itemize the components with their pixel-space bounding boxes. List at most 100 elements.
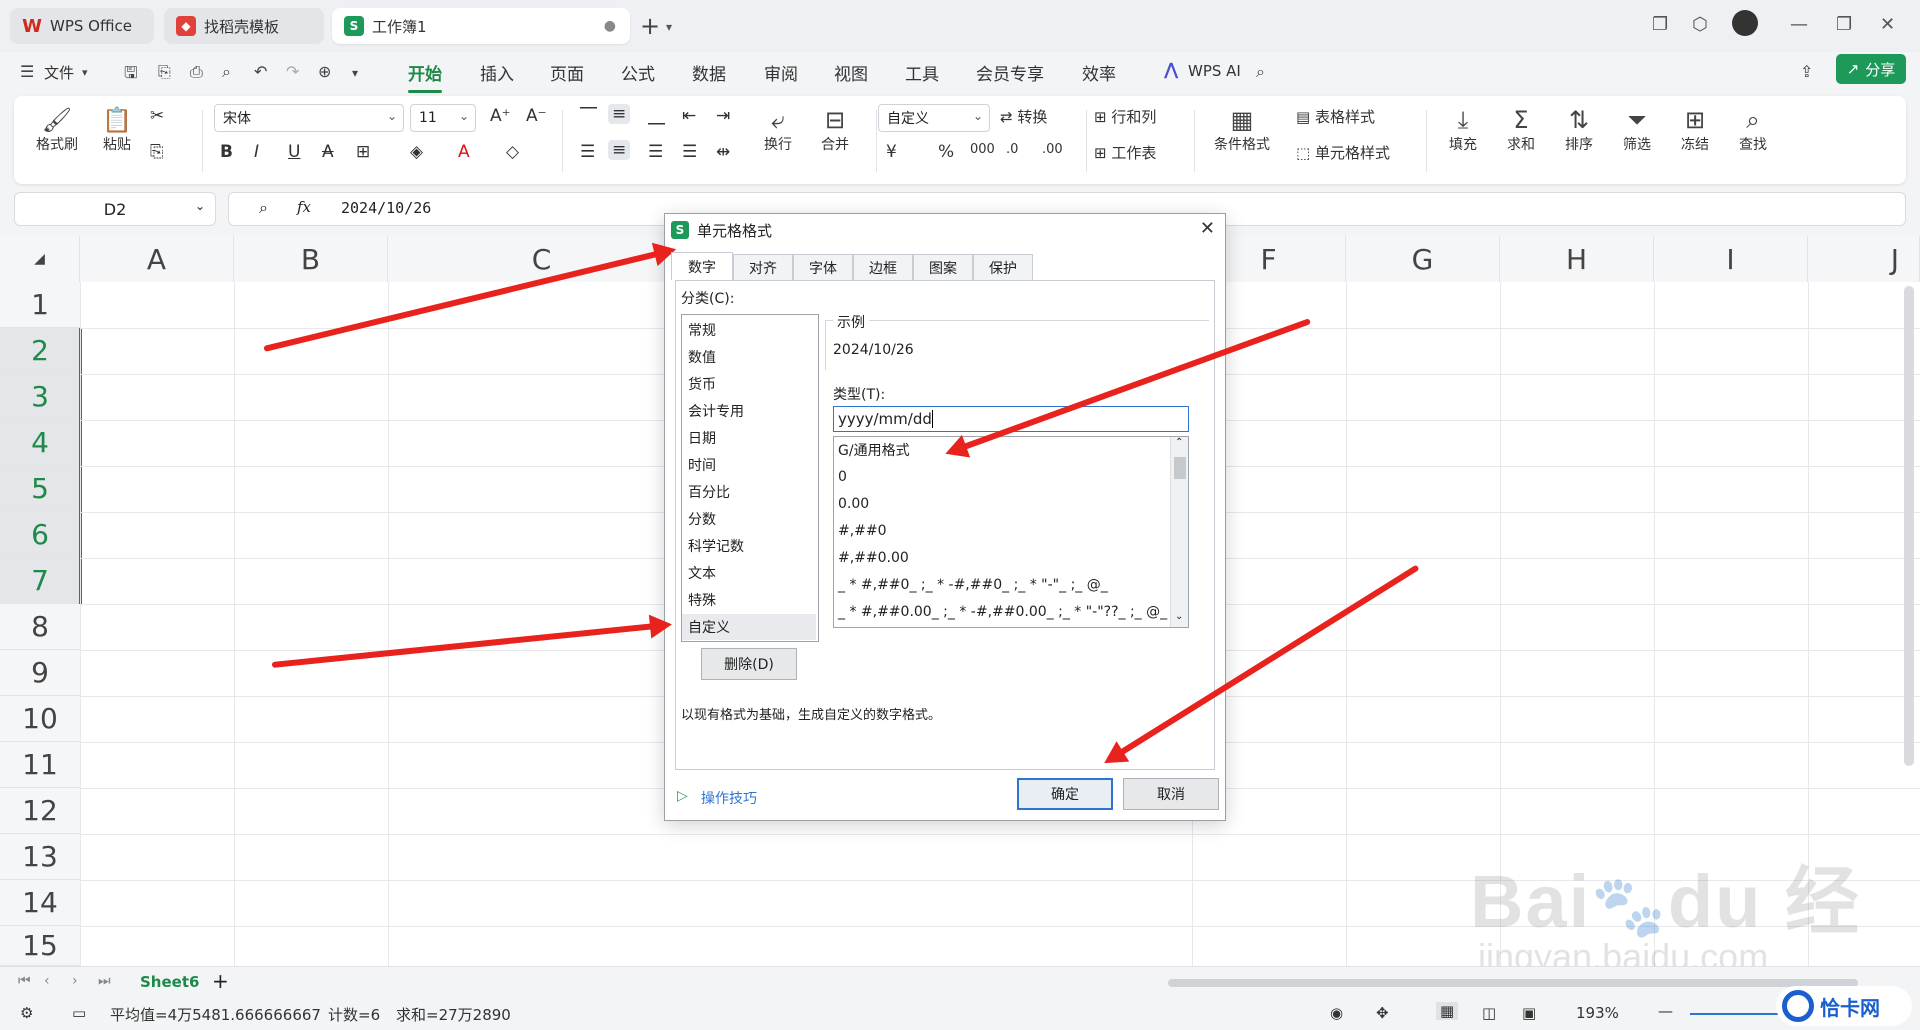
undo-icon[interactable]: ↶ bbox=[254, 62, 267, 81]
zoom-level[interactable]: 193% bbox=[1576, 1004, 1619, 1022]
print-preview-icon[interactable]: ⌕ bbox=[222, 62, 231, 82]
row-header[interactable]: 14 bbox=[0, 880, 80, 926]
cube-icon[interactable]: ⬡ bbox=[1692, 14, 1708, 35]
wps-ai-icon[interactable]: ⋀ bbox=[1164, 60, 1178, 80]
align-center-icon[interactable]: ≡ bbox=[608, 140, 631, 160]
category-item[interactable]: 货币 bbox=[686, 371, 814, 397]
print-icon[interactable]: ⎙ bbox=[190, 62, 203, 82]
eye-icon[interactable]: ◉ bbox=[1330, 1004, 1343, 1022]
window-list-icon[interactable]: ❐ bbox=[1652, 14, 1668, 35]
page-break-icon[interactable]: ▣ bbox=[1522, 1004, 1536, 1022]
format-item[interactable]: 0 bbox=[838, 464, 847, 490]
format-item[interactable]: G/通用格式 bbox=[838, 437, 910, 463]
close-icon[interactable]: ✕ bbox=[1200, 218, 1215, 239]
new-tab-icon[interactable]: + bbox=[640, 12, 660, 40]
category-item[interactable]: 文本 bbox=[686, 560, 814, 586]
search-icon[interactable]: ⌕ bbox=[1256, 62, 1265, 82]
strikethrough-icon[interactable]: A bbox=[322, 142, 334, 162]
select-all-corner[interactable]: ◢ bbox=[0, 236, 80, 282]
sum-button[interactable]: Σ 求和 bbox=[1496, 106, 1546, 154]
category-item[interactable]: 数值 bbox=[686, 344, 814, 370]
copy-icon[interactable]: ⎘ bbox=[150, 142, 164, 162]
restore-icon[interactable]: ❐ bbox=[1836, 14, 1852, 35]
page-layout-icon[interactable]: ◫ bbox=[1482, 1004, 1496, 1022]
crosshair-icon[interactable]: ✥ bbox=[1376, 1004, 1389, 1022]
align-bottom-icon[interactable]: ⎽ bbox=[648, 106, 665, 126]
category-item[interactable]: 日期 bbox=[686, 425, 814, 451]
last-sheet-icon[interactable]: ⏭ bbox=[98, 973, 111, 989]
currency-icon[interactable]: ¥ bbox=[886, 142, 897, 162]
fill-color-icon[interactable]: ◈ bbox=[410, 142, 423, 162]
chevron-down-icon[interactable]: ▾ bbox=[352, 66, 358, 80]
increase-font-icon[interactable]: A⁺ bbox=[490, 106, 511, 126]
zoom-slider[interactable] bbox=[1690, 1013, 1780, 1015]
col-header-b[interactable]: B bbox=[234, 236, 388, 282]
sheet-tab-sheet6[interactable]: Sheet6 bbox=[140, 973, 199, 991]
tab-workbook1[interactable]: S 工作簿1 ● bbox=[332, 8, 630, 44]
tips-link[interactable]: 操作技巧 bbox=[701, 788, 757, 808]
export-icon[interactable]: ⎘ bbox=[158, 62, 171, 82]
worksheet-button[interactable]: ⊞ 工作表 bbox=[1094, 142, 1156, 163]
menu-efficiency[interactable]: 效率 bbox=[1082, 60, 1116, 85]
redo-icon[interactable]: ↷ bbox=[286, 62, 299, 81]
category-item[interactable]: 会计专用 bbox=[686, 398, 814, 424]
font-color-icon[interactable]: A bbox=[458, 142, 470, 162]
play-tips-icon[interactable]: ▷ bbox=[677, 788, 688, 804]
font-name-select[interactable]: 宋体 ⌄ bbox=[214, 104, 404, 132]
row-header[interactable]: 5 bbox=[0, 466, 80, 512]
conditional-format-button[interactable]: ▦ 条件格式 bbox=[1204, 106, 1280, 154]
format-painter-button[interactable]: 🖌 格式刷 bbox=[32, 106, 82, 154]
row-header[interactable]: 11 bbox=[0, 742, 80, 788]
col-header-g[interactable]: G bbox=[1346, 236, 1500, 282]
dialog-tab-border[interactable]: 边框 bbox=[853, 254, 913, 280]
percent-icon[interactable]: % bbox=[938, 142, 954, 162]
close-window-icon[interactable]: ✕ bbox=[1880, 14, 1895, 35]
freeze-button[interactable]: ⊞ 冻结 bbox=[1670, 106, 1720, 154]
format-code-list[interactable]: G/通用格式 0 0.00 #,##0 #,##0.00 _ * #,##0_ … bbox=[833, 436, 1189, 628]
category-item[interactable]: 百分比 bbox=[686, 479, 814, 505]
underline-icon[interactable]: U bbox=[288, 142, 300, 162]
tab-docer-templates[interactable]: ◆ 找稻壳模板 bbox=[164, 8, 324, 44]
menu-member[interactable]: 会员专享 bbox=[976, 60, 1044, 85]
macro-icon[interactable]: ⚙ bbox=[20, 1004, 33, 1022]
increase-decimal-icon[interactable]: .0 bbox=[1006, 142, 1018, 157]
row-header[interactable]: 9 bbox=[0, 650, 80, 696]
align-middle-icon[interactable]: ≡ bbox=[608, 104, 631, 124]
table-style-button[interactable]: ▤ 表格样式 bbox=[1296, 106, 1375, 127]
increase-indent-icon[interactable]: ⇥ bbox=[716, 106, 730, 126]
merge-button[interactable]: ⊟ 合并 bbox=[810, 106, 860, 154]
delete-button[interactable]: 删除(D) bbox=[701, 648, 797, 680]
cell-style-button[interactable]: ⬚ 单元格样式 bbox=[1296, 142, 1390, 163]
format-item[interactable]: 0.00 bbox=[838, 491, 869, 517]
category-item-custom[interactable]: 自定义 bbox=[682, 614, 816, 640]
ok-button[interactable]: 确定 bbox=[1017, 778, 1113, 810]
decrease-decimal-icon[interactable]: .00 bbox=[1042, 142, 1063, 157]
bold-icon[interactable]: B bbox=[220, 142, 233, 162]
name-box[interactable]: D2 ⌄ bbox=[14, 192, 216, 226]
italic-icon[interactable]: I bbox=[254, 142, 259, 162]
align-top-icon[interactable]: ⎺ bbox=[580, 106, 597, 126]
normal-view-icon[interactable]: ▦ bbox=[1436, 1002, 1459, 1020]
add-sheet-icon[interactable]: + bbox=[212, 969, 229, 993]
number-format-select[interactable]: 自定义 ⌄ bbox=[878, 104, 990, 132]
new-doc-icon[interactable]: ⊕ bbox=[318, 62, 331, 81]
filter-button[interactable]: ⏷ 筛选 bbox=[1612, 106, 1662, 154]
scroll-down-icon[interactable]: ⌄ bbox=[1175, 611, 1183, 622]
decrease-indent-icon[interactable]: ⇤ bbox=[682, 106, 696, 126]
next-sheet-icon[interactable]: › bbox=[72, 973, 78, 989]
col-header-h[interactable]: H bbox=[1500, 236, 1654, 282]
dialog-tab-alignment[interactable]: 对齐 bbox=[733, 254, 793, 280]
row-header[interactable]: 3 bbox=[0, 374, 80, 420]
border-icon[interactable]: ⊞ bbox=[356, 142, 370, 162]
col-header-a[interactable]: A bbox=[80, 236, 234, 282]
sort-button[interactable]: ⇅ 排序 bbox=[1554, 106, 1604, 154]
category-item[interactable]: 常规 bbox=[686, 317, 814, 343]
scroll-up-icon[interactable]: ⌃ bbox=[1175, 437, 1183, 448]
category-item[interactable]: 科学记数 bbox=[686, 533, 814, 559]
zoom-out-icon[interactable]: — bbox=[1658, 1002, 1673, 1020]
row-col-button[interactable]: ⊞ 行和列 bbox=[1094, 106, 1156, 127]
prev-sheet-icon[interactable]: ‹ bbox=[44, 973, 50, 989]
dialog-title-bar[interactable]: S 单元格格式 bbox=[665, 214, 1225, 246]
format-item[interactable]: #,##0.00 bbox=[838, 545, 909, 571]
share-button[interactable]: ↗ 分享 bbox=[1836, 54, 1906, 84]
